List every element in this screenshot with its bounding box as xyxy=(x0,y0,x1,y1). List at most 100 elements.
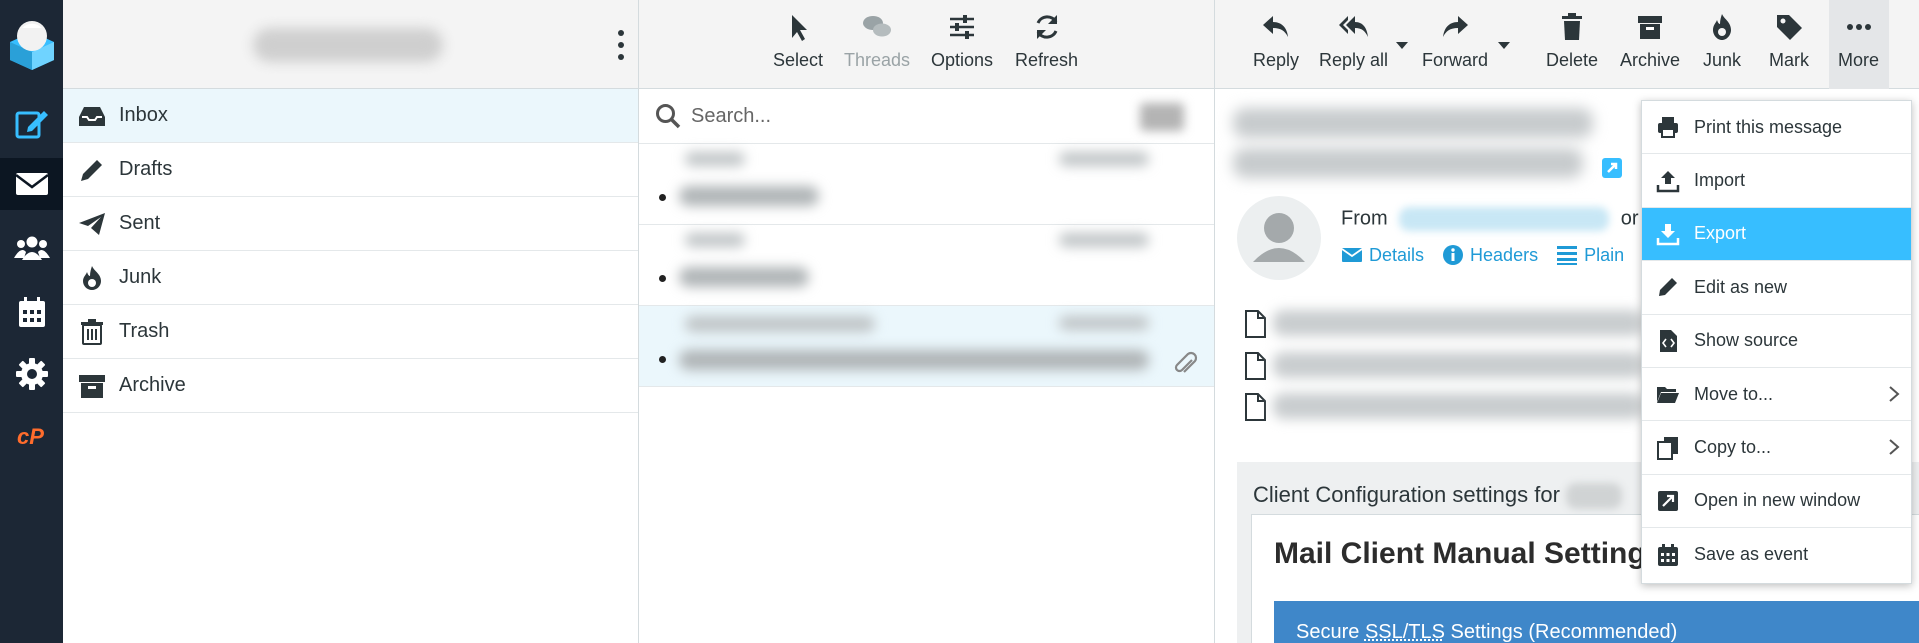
ssl-suffix: Settings (Recommended) xyxy=(1444,621,1678,643)
message-row[interactable] xyxy=(639,144,1214,225)
attachment-blurred[interactable] xyxy=(1273,310,1643,336)
trash-icon xyxy=(1562,13,1583,40)
folder-open-icon xyxy=(1657,387,1679,404)
folder-label: Junk xyxy=(119,266,162,288)
details-link[interactable]: Details xyxy=(1341,244,1424,266)
taskbar-compose[interactable] xyxy=(0,97,63,149)
sliders-icon xyxy=(950,15,975,39)
account-name-blurred xyxy=(253,28,443,62)
forward-button[interactable]: Forward xyxy=(1422,12,1488,71)
menu-copy-to[interactable]: Copy to... xyxy=(1642,421,1911,475)
message-row[interactable] xyxy=(639,225,1214,306)
headers-link[interactable]: Headers xyxy=(1442,244,1538,266)
folders-header xyxy=(63,0,638,89)
plain-label: Plain xyxy=(1584,244,1625,265)
archive-button[interactable]: Archive xyxy=(1620,12,1680,71)
reply-button[interactable]: Reply xyxy=(1253,12,1299,71)
from-suffix: or xyxy=(1620,207,1639,230)
mark-button[interactable]: Mark xyxy=(1769,12,1809,71)
menu-open-new-window[interactable]: Open in new window xyxy=(1642,475,1911,529)
taskbar-cpanel[interactable]: cP xyxy=(0,410,63,462)
folder-inbox[interactable]: Inbox xyxy=(63,89,638,143)
attachment-blurred[interactable] xyxy=(1273,393,1643,419)
folder-label: Inbox xyxy=(119,104,168,126)
config-title: Client Configuration settings for xyxy=(1253,482,1623,510)
menu-show-source[interactable]: Show source xyxy=(1642,315,1911,368)
junk-button[interactable]: Junk xyxy=(1703,12,1741,71)
sender-avatar xyxy=(1237,196,1321,280)
forward-dropdown-icon[interactable] xyxy=(1497,40,1511,50)
plain-link[interactable]: Plain xyxy=(1556,244,1624,266)
folder-trash[interactable]: Trash xyxy=(63,305,638,359)
refresh-button[interactable]: Refresh xyxy=(1015,12,1078,71)
header-links: Details Headers Plain xyxy=(1341,244,1624,266)
taskbar-contacts[interactable] xyxy=(0,222,63,274)
config-title-text: Client Configuration settings for xyxy=(1253,482,1560,507)
threads-icon xyxy=(863,16,892,37)
menu-export[interactable]: Export xyxy=(1642,207,1911,262)
details-label: Details xyxy=(1369,244,1425,265)
manual-settings-heading: Mail Client Manual Settings xyxy=(1274,537,1663,570)
reply-all-dropdown-icon[interactable] xyxy=(1395,40,1409,50)
forward-icon xyxy=(1443,16,1468,37)
tag-icon xyxy=(1777,15,1802,40)
taskbar-settings[interactable] xyxy=(0,348,63,400)
message-list-toolbar: Select Threads Options Refresh xyxy=(639,0,1214,89)
delete-button[interactable]: Delete xyxy=(1546,12,1598,71)
menu-label: Edit as new xyxy=(1694,276,1788,297)
domain-blurred xyxy=(1566,483,1623,510)
forward-label: Forward xyxy=(1422,50,1489,70)
menu-move-to[interactable]: Move to... xyxy=(1642,368,1911,422)
attachment-blurred[interactable] xyxy=(1273,352,1643,378)
chevron-right-icon xyxy=(1889,439,1900,456)
folder-junk[interactable]: Junk xyxy=(63,251,638,305)
folder-label: Trash xyxy=(119,320,170,342)
mark-label: Mark xyxy=(1769,50,1809,70)
ssl-abbr: SSL/TLS xyxy=(1364,621,1445,643)
pencil-icon xyxy=(81,159,102,181)
from-label: From xyxy=(1341,207,1388,230)
taskbar-calendar[interactable] xyxy=(0,286,63,338)
folders-panel: Inbox Drafts Sent Junk Trash Archive xyxy=(63,0,639,643)
menu-label: Export xyxy=(1694,223,1747,244)
folder-sent[interactable]: Sent xyxy=(63,197,638,251)
folder-label: Archive xyxy=(119,374,186,396)
menu-label: Save as event xyxy=(1694,544,1809,565)
open-external-icon[interactable] xyxy=(1600,156,1624,180)
cpanel-icon: cP xyxy=(17,424,44,449)
select-button[interactable]: Select xyxy=(773,12,823,71)
inbox-icon xyxy=(79,106,105,126)
list-icon xyxy=(1557,246,1578,265)
reply-all-icon xyxy=(1338,16,1368,37)
taskbar: cP xyxy=(0,0,63,643)
more-button[interactable]: More xyxy=(1838,12,1879,71)
menu-print[interactable]: Print this message xyxy=(1642,101,1911,155)
sender-address-blurred[interactable] xyxy=(1399,207,1610,231)
folder-actions-kebab-icon[interactable] xyxy=(616,30,626,60)
menu-label: Move to... xyxy=(1694,383,1774,404)
options-button[interactable]: Options xyxy=(931,12,993,71)
threads-button[interactable]: Threads xyxy=(844,12,910,71)
paperclip-icon xyxy=(1174,351,1198,373)
copy-icon xyxy=(1657,436,1678,460)
search-icon[interactable] xyxy=(655,103,681,129)
taskbar-mail[interactable] xyxy=(0,158,63,210)
folder-drafts[interactable]: Drafts xyxy=(63,143,638,197)
message-row-selected[interactable] xyxy=(639,306,1214,387)
menu-edit-as-new[interactable]: Edit as new xyxy=(1642,261,1911,315)
roundcube-logo[interactable] xyxy=(4,18,60,72)
file-icon xyxy=(1245,352,1266,380)
search-options-blurred[interactable] xyxy=(1140,103,1184,131)
folder-archive[interactable]: Archive xyxy=(63,359,638,413)
menu-label: Copy to... xyxy=(1694,437,1772,458)
menu-label: Import xyxy=(1694,170,1746,191)
threads-label: Threads xyxy=(844,50,911,70)
select-label: Select xyxy=(773,50,824,70)
archive-box-icon xyxy=(79,374,105,398)
external-window-icon xyxy=(1658,490,1678,511)
envelope-icon xyxy=(14,173,49,195)
search-input[interactable] xyxy=(691,104,1071,128)
menu-save-as-event[interactable]: Save as event xyxy=(1642,528,1911,581)
menu-import[interactable]: Import xyxy=(1642,154,1911,208)
reply-all-button[interactable]: Reply all xyxy=(1319,12,1388,71)
